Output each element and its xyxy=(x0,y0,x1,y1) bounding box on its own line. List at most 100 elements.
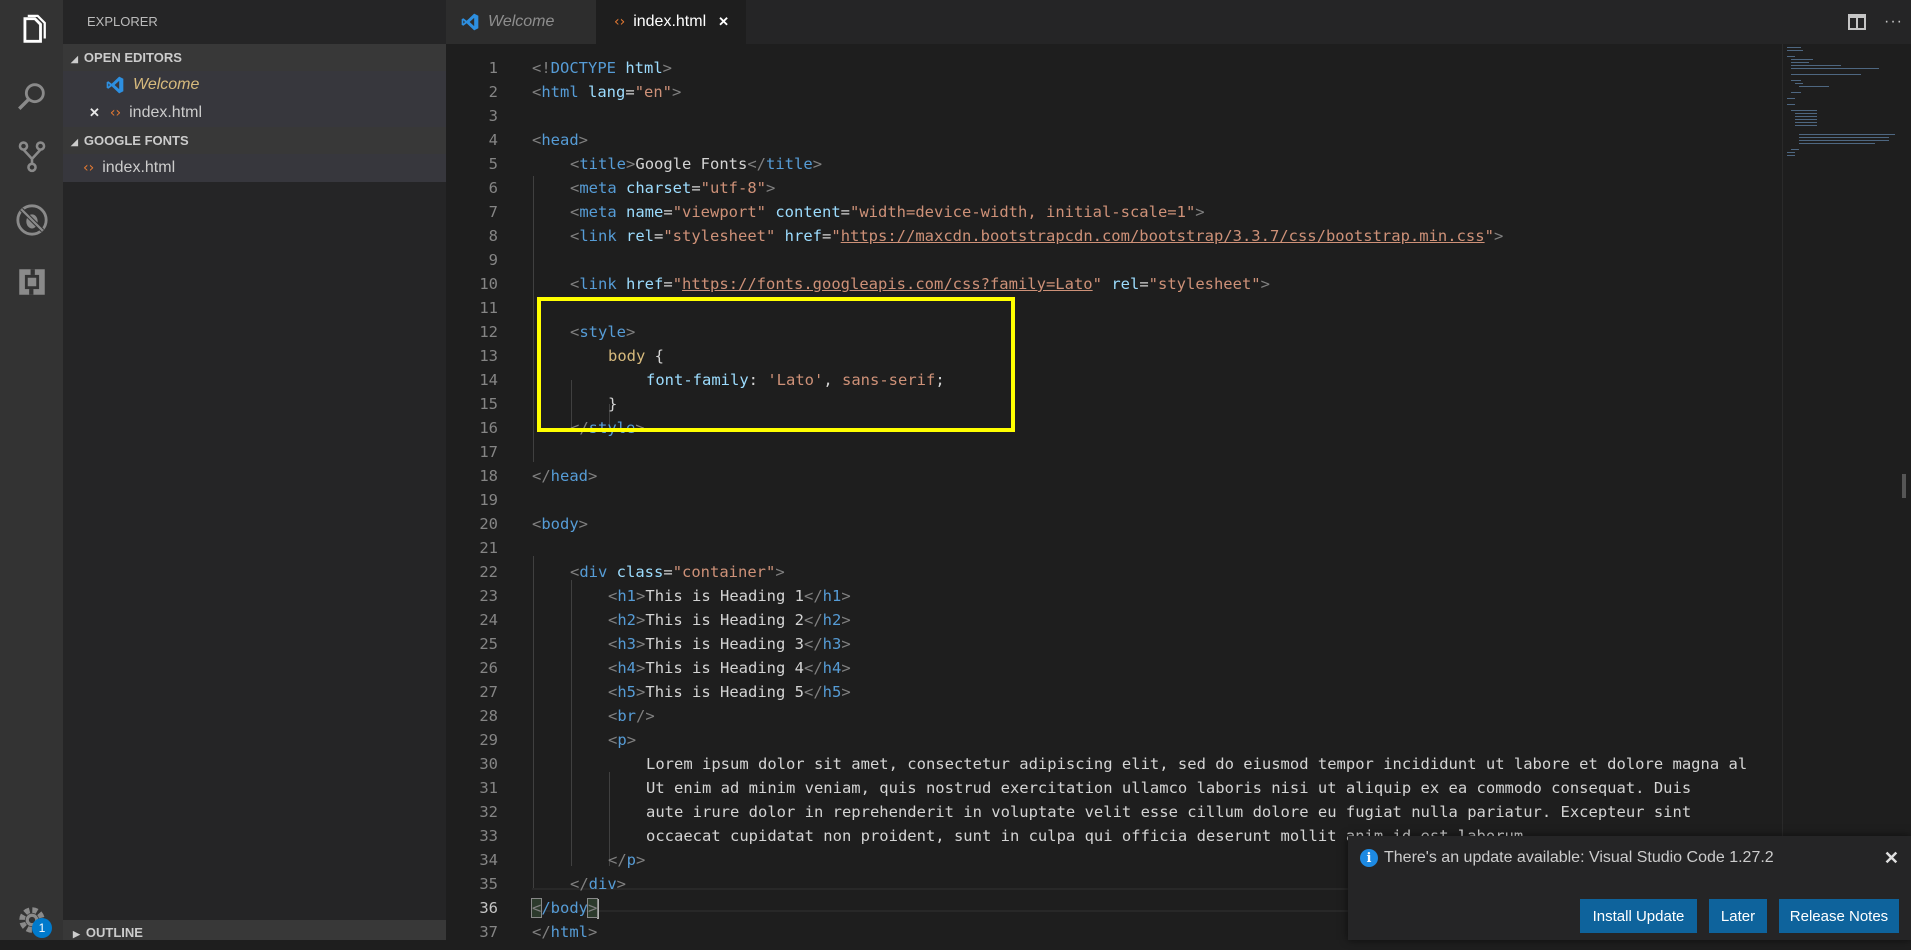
code-line[interactable]: 9 xyxy=(446,248,1782,272)
html-file-icon: ‹› xyxy=(109,105,122,121)
editor-scrollbar[interactable] xyxy=(1900,44,1911,940)
open-editor-label: Welcome xyxy=(133,76,200,93)
code-line[interactable]: 24 <h2>This is Heading 2</h2> xyxy=(446,608,1782,632)
search-icon xyxy=(17,83,45,110)
debug-icon xyxy=(15,204,48,236)
section-outline[interactable]: ▶ OUTLINE xyxy=(63,920,446,940)
code-line[interactable]: 20 <body> xyxy=(446,512,1782,536)
line-number: 33 xyxy=(479,827,498,845)
line-number: 36 xyxy=(479,899,498,917)
line-number: 31 xyxy=(479,779,498,797)
file-index-html[interactable]: ‹› index.html xyxy=(63,154,446,182)
code-line[interactable]: 8 <link rel="stylesheet" href="https://ma… xyxy=(446,224,1782,248)
section-open-editors[interactable]: ◢ OPEN EDITORS xyxy=(63,44,446,71)
code-line[interactable]: 30 Lorem ipsum dolor sit amet, consectetu… xyxy=(446,752,1782,776)
code-line[interactable]: 28 <br/> xyxy=(446,704,1782,728)
line-number: 24 xyxy=(479,611,498,629)
later-button[interactable]: Later xyxy=(1709,899,1767,933)
tab-welcome[interactable]: Welcome xyxy=(446,0,596,44)
open-editor-index-html[interactable]: ✕ ‹› index.html xyxy=(63,99,446,127)
line-number: 25 xyxy=(479,635,498,653)
close-icon[interactable]: ✕ xyxy=(89,99,100,127)
html-file-icon: ‹› xyxy=(83,160,95,176)
sidebar-title: EXPLORER xyxy=(87,14,158,29)
activity-source-control[interactable] xyxy=(0,126,63,186)
editor-tabs: Welcome ‹› index.html ✕ ··· xyxy=(446,0,1911,44)
activity-settings[interactable] xyxy=(0,890,63,950)
bracket-match: < xyxy=(530,898,543,918)
install-update-button[interactable]: Install Update xyxy=(1580,899,1697,933)
code-line[interactable]: 32 aute irure dolor in reprehenderit in v… xyxy=(446,800,1782,824)
code-line[interactable]: 2 <html lang="en"> xyxy=(446,80,1782,104)
extensions-icon xyxy=(18,269,45,295)
update-notification: i There's an update available: Visual St… xyxy=(1348,836,1911,940)
code-line[interactable]: 21 xyxy=(446,536,1782,560)
expanded-icon: ◢ xyxy=(71,54,78,64)
open-editor-welcome[interactable]: Welcome xyxy=(63,71,446,99)
split-editor-icon[interactable] xyxy=(1848,14,1867,30)
vscode-icon xyxy=(461,13,479,31)
code-line[interactable]: 19 xyxy=(446,488,1782,512)
code-editor[interactable]: 1 <!DOCTYPE html> 2 <html lang="en"> 3 4 <h… xyxy=(446,44,1782,940)
source-control-icon xyxy=(18,141,45,173)
info-icon: i xyxy=(1360,849,1378,867)
activity-explorer[interactable] xyxy=(0,0,63,60)
code-line[interactable]: 7 <meta name="viewport" content="width=de… xyxy=(446,200,1782,224)
code-line[interactable]: 4 <head> xyxy=(446,128,1782,152)
activity-search[interactable] xyxy=(0,66,63,126)
line-number: 22 xyxy=(479,563,498,581)
code-line[interactable]: 22 <div class="container"> xyxy=(446,560,1782,584)
html-file-icon: ‹› xyxy=(614,14,626,30)
collapsed-icon: ▶ xyxy=(73,929,80,939)
expanded-icon: ◢ xyxy=(71,137,78,147)
line-number: 16 xyxy=(479,419,498,437)
activity-extensions[interactable] xyxy=(0,252,63,312)
code-line[interactable]: 23 <h1>This is Heading 1</h1> xyxy=(446,584,1782,608)
line-number: 23 xyxy=(479,587,498,605)
link-url[interactable]: https://maxcdn.bootstrapcdn.com/bootstra… xyxy=(841,227,1485,245)
link-url[interactable]: https://fonts.googleapis.com/css?family=… xyxy=(682,275,1093,293)
explorer-sidebar: EXPLORER ◢ OPEN EDITORS Welcome ✕ ‹› inde… xyxy=(63,0,446,940)
code-line[interactable]: 1 <!DOCTYPE html> xyxy=(446,56,1782,80)
activity-debug[interactable] xyxy=(0,190,63,250)
minimap[interactable] xyxy=(1782,44,1901,940)
section-google-fonts[interactable]: ◢ GOOGLE FONTS xyxy=(63,127,446,154)
section-label: OUTLINE xyxy=(85,925,143,940)
tab-label: index.html xyxy=(633,13,707,30)
section-label: GOOGLE FONTS xyxy=(83,133,189,148)
line-number: 17 xyxy=(479,443,498,461)
close-icon[interactable]: ✕ xyxy=(718,14,729,30)
text-cursor xyxy=(597,898,600,919)
code-line[interactable]: 17 xyxy=(446,440,1782,464)
line-number: 27 xyxy=(479,683,498,701)
code-line[interactable]: 10 <link href="https://fonts.googleapis.c… xyxy=(446,272,1782,296)
more-actions-icon[interactable]: ··· xyxy=(1884,13,1903,31)
code-line[interactable]: 26 <h4>This is Heading 4</h4> xyxy=(446,656,1782,680)
line-number: 32 xyxy=(479,803,498,821)
file-label: index.html xyxy=(102,159,176,176)
tab-actions: ··· xyxy=(1848,0,1911,44)
settings-badge: 1 xyxy=(32,918,52,938)
scrollbar-thumb[interactable] xyxy=(1902,474,1906,498)
line-number: 29 xyxy=(479,731,498,749)
notification-message: There's an update available: Visual Stud… xyxy=(1384,849,1774,866)
code-line[interactable]: 3 xyxy=(446,104,1782,128)
code-line[interactable]: 18 </head> xyxy=(446,464,1782,488)
release-notes-button[interactable]: Release Notes xyxy=(1779,899,1899,933)
line-number: 3 xyxy=(488,107,498,125)
line-number: 35 xyxy=(479,875,498,893)
tab-label: Welcome xyxy=(488,13,555,30)
code-line[interactable]: 5 <title>Google Fonts</title> xyxy=(446,152,1782,176)
minimap-preview xyxy=(1787,47,1895,156)
code-line[interactable]: 6 <meta charset="utf-8"> xyxy=(446,176,1782,200)
code-line[interactable]: 31 Ut enim ad minim veniam, quis nostrud … xyxy=(446,776,1782,800)
close-notification-button[interactable]: ✕ xyxy=(1884,848,1899,869)
line-number: 28 xyxy=(479,707,498,725)
line-number: 2 xyxy=(488,83,498,101)
tab-index-html[interactable]: ‹› index.html ✕ xyxy=(596,0,746,44)
code-line[interactable]: 25 <h3>This is Heading 3</h3> xyxy=(446,632,1782,656)
code-line[interactable]: 27 <h5>This is Heading 5</h5> xyxy=(446,680,1782,704)
activity-bar: 1 xyxy=(0,0,63,940)
line-number: 11 xyxy=(479,299,498,317)
code-line[interactable]: 29 <p> xyxy=(446,728,1782,752)
